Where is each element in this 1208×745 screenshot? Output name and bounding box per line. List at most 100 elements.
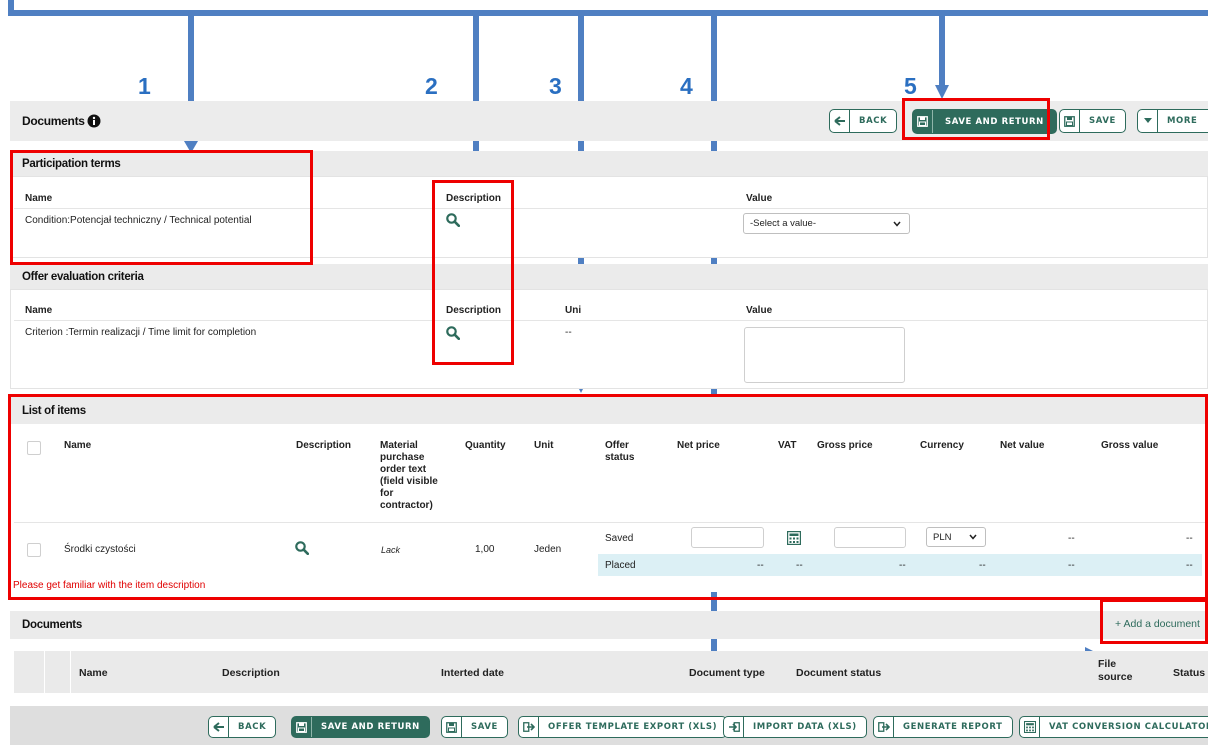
items-col-offer-status: Offer status <box>605 440 634 464</box>
item-gross-value: -- <box>1186 533 1193 544</box>
export-icon <box>519 717 539 737</box>
arrow-left-icon <box>209 717 229 737</box>
save-label: SAVE <box>1089 116 1116 126</box>
footer-back-button[interactable]: BACK <box>208 716 277 738</box>
documents-col-file-source: File source <box>1098 658 1132 684</box>
material-l1: Material <box>380 440 418 451</box>
items-col-description: Description <box>296 440 352 451</box>
footer-save-and-return-label: SAVE AND RETURN <box>321 722 420 732</box>
callout-3: 3 <box>549 73 562 99</box>
items-col-quantity: Quantity <box>465 440 506 451</box>
floppy-disk-icon <box>442 717 462 737</box>
info-circle-icon <box>87 114 101 128</box>
documents-section-title: Documents <box>22 619 82 631</box>
net-price-input[interactable] <box>691 527 764 548</box>
search-icon[interactable] <box>446 326 460 340</box>
item-name: Środki czystości <box>64 544 136 555</box>
search-icon[interactable] <box>295 541 309 555</box>
items-col-net-price: Net price <box>677 440 720 451</box>
save-button[interactable]: SAVE <box>1059 109 1126 133</box>
list-of-items-header: List of items <box>10 397 1208 424</box>
documents-col-name: Name <box>79 667 108 679</box>
import-data-button[interactable]: IMPORT DATA (XLS) <box>723 716 867 738</box>
arrowhead-5 <box>935 85 949 99</box>
criteria-row-name: Criterion :Termin realizacji / Time limi… <box>25 327 257 338</box>
material-l4: (field visible <box>380 476 438 487</box>
floppy-disk-icon <box>913 110 933 133</box>
criteria-col-unit: Uni <box>565 305 582 316</box>
criteria-value-textarea[interactable] <box>744 327 905 383</box>
criteria-row-unit: -- <box>565 327 572 338</box>
save-and-return-label: SAVE AND RETURN <box>945 116 1044 127</box>
offer-template-export-label: OFFER TEMPLATE EXPORT (XLS) <box>548 722 718 732</box>
placed-gross-value: -- <box>1186 560 1193 571</box>
documents-col-sep-1 <box>44 651 45 693</box>
footer-save-label: SAVE <box>471 722 498 732</box>
offer-template-export-button[interactable]: OFFER TEMPLATE EXPORT (XLS) <box>518 716 728 738</box>
more-button[interactable]: MORE <box>1137 109 1208 133</box>
placed-vat: -- <box>796 560 803 571</box>
generate-report-button[interactable]: GENERATE REPORT <box>873 716 1013 738</box>
save-and-return-button[interactable]: SAVE AND RETURN <box>912 109 1057 134</box>
back-button[interactable]: BACK <box>829 109 898 133</box>
documents-col-document-type: Document type <box>689 667 765 679</box>
search-icon[interactable] <box>446 213 460 227</box>
participation-col-description: Description <box>446 193 502 204</box>
caret-down-icon <box>1138 110 1158 132</box>
items-col-gross-price: Gross price <box>817 440 873 451</box>
floppy-disk-icon <box>292 717 312 737</box>
item-status-placed: Placed <box>605 560 636 571</box>
items-col-unit: Unit <box>534 440 554 451</box>
material-l2: purchase <box>380 452 425 463</box>
items-header-divider <box>14 522 1208 523</box>
import-icon <box>724 717 744 737</box>
list-of-items-title: List of items <box>22 404 86 417</box>
item-quantity: 1,00 <box>475 544 495 555</box>
placed-gross-price: -- <box>899 560 906 571</box>
item-description-warning: Please get familiar with the item descri… <box>13 580 206 591</box>
documents-col-sep-2 <box>70 651 71 693</box>
items-col-material-text: Material purchase order text (field visi… <box>380 440 438 512</box>
footer-save-button[interactable]: SAVE <box>441 716 508 738</box>
select-all-checkbox[interactable] <box>27 441 41 455</box>
participation-select-value: -Select a value- <box>750 218 817 229</box>
participation-value-select[interactable]: -Select a value- <box>743 213 910 234</box>
documents-section-header: Documents <box>10 611 1208 639</box>
offer-status-l1: Offer <box>605 440 629 451</box>
item-unit: Jeden <box>534 544 562 555</box>
criteria-col-name: Name <box>25 305 53 316</box>
participation-terms-title: Participation terms <box>22 157 121 170</box>
gross-price-input[interactable] <box>834 527 906 548</box>
items-col-name: Name <box>64 440 92 451</box>
import-data-label: IMPORT DATA (XLS) <box>753 722 857 732</box>
items-col-currency: Currency <box>920 440 964 451</box>
criteria-col-value: Value <box>746 305 773 316</box>
chevron-down-icon <box>893 221 901 227</box>
offer-status-l2: status <box>605 452 635 463</box>
item-status-saved: Saved <box>605 533 634 544</box>
callout-5: 5 <box>904 73 917 99</box>
footer-back-label: BACK <box>238 722 267 732</box>
calculator-icon[interactable] <box>787 531 801 545</box>
criteria-col-description: Description <box>446 305 502 316</box>
participation-row-name: Condition:Potencjał techniczny / Technic… <box>25 215 252 226</box>
placed-net-price: -- <box>757 560 764 571</box>
currency-value: PLN <box>933 531 952 543</box>
vat-conversion-calculator-button[interactable]: VAT CONVERSION CALCULATOR <box>1019 716 1208 738</box>
arrow-left-icon <box>830 110 850 132</box>
page-title: Documents <box>22 114 85 128</box>
file-source-l1: File <box>1098 658 1117 670</box>
placed-currency: -- <box>979 560 986 571</box>
participation-terms-header: Participation terms <box>10 151 1208 176</box>
documents-table-header <box>14 651 1208 693</box>
back-button-label: BACK <box>859 116 888 126</box>
currency-select[interactable]: PLN <box>926 527 986 547</box>
participation-col-name: Name <box>25 193 53 204</box>
items-col-gross-value: Gross value <box>1101 440 1159 451</box>
export-icon <box>874 717 894 737</box>
item-net-value: -- <box>1068 533 1075 544</box>
add-document-link[interactable]: + Add a document <box>1115 618 1208 630</box>
calculator-icon <box>1020 717 1040 737</box>
item-row-checkbox[interactable] <box>27 543 41 557</box>
footer-save-and-return-button[interactable]: SAVE AND RETURN <box>291 716 430 738</box>
